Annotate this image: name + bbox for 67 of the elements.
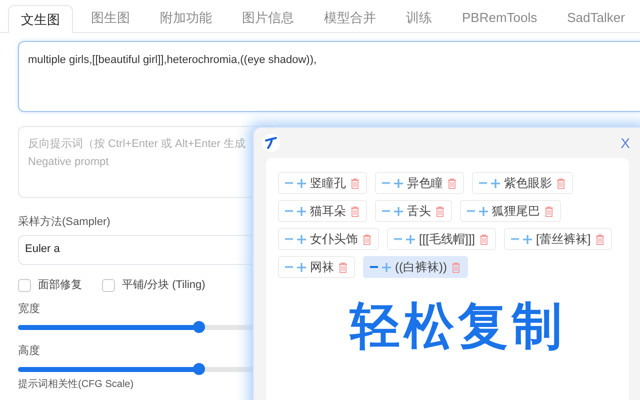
trash-icon[interactable] (556, 178, 566, 188)
prompt-field[interactable]: multiple girls,[[beautiful girl]],heterochromia,((eye shadow)), (18, 41, 640, 112)
tag-label: 女仆头饰 (310, 231, 358, 248)
plus-icon[interactable] (297, 206, 306, 216)
tag-label: ((白裤袜)) (395, 259, 447, 276)
tab[interactable]: 图生图 (79, 4, 142, 32)
trash-icon[interactable] (544, 206, 554, 216)
trash-icon[interactable] (350, 178, 360, 188)
tab[interactable]: 文生图 (8, 5, 73, 33)
prompt-tag[interactable]: 网袜 (278, 256, 355, 278)
prompt-tag[interactable]: 猫耳朵 (278, 200, 367, 222)
trash-icon[interactable] (338, 262, 348, 272)
plus-icon[interactable] (297, 178, 306, 188)
checkbox-label: 平铺/分块 (Tiling) (122, 278, 206, 294)
trash-icon[interactable] (362, 234, 372, 244)
tag-label: 舌头 (407, 203, 431, 220)
trash-icon[interactable] (479, 234, 490, 244)
tag-label: 猫耳朵 (310, 203, 346, 220)
plus-icon[interactable] (297, 262, 306, 272)
tag-label: 竖瞳孔 (310, 175, 346, 192)
trash-icon[interactable] (594, 234, 605, 244)
minus-icon[interactable] (511, 238, 520, 240)
plus-icon[interactable] (297, 234, 306, 244)
tab[interactable]: 图片信息 (230, 4, 306, 32)
slider-label: 高度 (18, 344, 41, 358)
prompt-tag[interactable]: [[[毛线帽]]] (387, 228, 496, 250)
plus-icon[interactable] (406, 234, 415, 244)
tab[interactable]: 训练 (394, 4, 444, 32)
prompt-tag[interactable]: [蕾丝裤袜] (504, 228, 612, 250)
prompt-tag[interactable]: ((白裤袜)) (363, 256, 468, 278)
slider-thumb[interactable] (193, 321, 206, 333)
plus-icon[interactable] (479, 206, 488, 216)
banner-text: 轻松复制 (350, 297, 567, 356)
tab[interactable]: PBRemTools (450, 4, 550, 32)
plus-icon[interactable] (394, 206, 403, 216)
slider-thumb[interactable] (193, 363, 206, 375)
sampler-label: 采样方法(Sampler) (18, 214, 112, 230)
tab[interactable]: 附加功能 (148, 4, 224, 32)
prompt-tag[interactable]: 紫色眼影 (472, 172, 573, 194)
plus-icon[interactable] (382, 262, 391, 272)
plus-icon[interactable] (523, 234, 532, 244)
logo-icon (262, 134, 280, 152)
tab[interactable]: 模型合并 (312, 4, 388, 32)
checkbox[interactable] (18, 279, 31, 292)
trash-icon[interactable] (435, 206, 445, 216)
prompt-tag[interactable]: 异色瞳 (375, 172, 464, 194)
close-button[interactable]: X (620, 132, 630, 154)
tag-label: 异色瞳 (407, 175, 443, 192)
checkbox-label: 面部修复 (38, 278, 82, 294)
prompt-tag[interactable]: 女仆头饰 (278, 228, 379, 250)
slider-label: 宽度 (18, 302, 41, 316)
checkbox[interactable] (102, 279, 115, 292)
prompt-tag[interactable]: 狐狸尾巴 (460, 200, 561, 222)
tag-label: [[[毛线帽]]] (419, 231, 476, 248)
tag-label: [蕾丝裤袜] (536, 231, 591, 248)
prompt-tag[interactable]: 竖瞳孔 (278, 172, 367, 194)
tag-label: 网袜 (310, 259, 334, 276)
trash-icon[interactable] (350, 206, 360, 216)
tag-label: 紫色眼影 (504, 175, 552, 192)
plus-icon[interactable] (491, 178, 500, 188)
tab[interactable]: SadTalker (555, 4, 637, 32)
tag-label: 狐狸尾巴 (492, 203, 540, 220)
cfg-scale-label: 提示词相关性(CFG Scale) (18, 378, 135, 390)
trash-icon[interactable] (450, 262, 461, 272)
plus-icon[interactable] (394, 178, 403, 188)
prompt-tag[interactable]: 舌头 (375, 200, 452, 222)
trash-icon[interactable] (447, 178, 457, 188)
